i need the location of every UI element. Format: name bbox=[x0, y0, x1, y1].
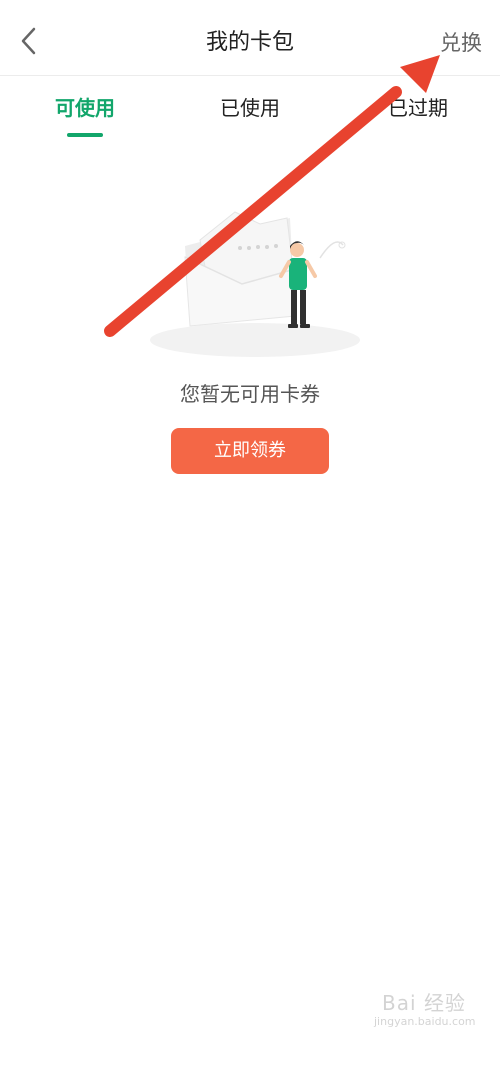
watermark-logo: Bai 经验 bbox=[382, 991, 466, 1015]
baidu-watermark: Bai 经验 jingyan.baidu.com bbox=[374, 991, 476, 1043]
tab-available[interactable]: 可使用 bbox=[25, 94, 145, 122]
empty-illustration bbox=[150, 211, 360, 357]
empty-state-message: 您暂无可用卡券 bbox=[180, 382, 320, 406]
tab-used[interactable]: 已使用 bbox=[190, 94, 310, 122]
top-nav-bar: 我的卡包 兑换 bbox=[0, 0, 500, 76]
watermark-subtitle: jingyan.baidu.com bbox=[374, 1015, 476, 1028]
tab-bar: 可使用 已使用 已过期 bbox=[0, 76, 500, 146]
tab-expired[interactable]: 已过期 bbox=[358, 94, 478, 122]
get-coupons-button[interactable]: 立即领券 bbox=[171, 428, 329, 474]
annotation-arrow bbox=[104, 55, 440, 337]
page-title: 我的卡包 bbox=[205, 30, 294, 55]
redeem-button[interactable]: 兑换 bbox=[440, 28, 482, 58]
active-tab-indicator bbox=[67, 133, 103, 137]
